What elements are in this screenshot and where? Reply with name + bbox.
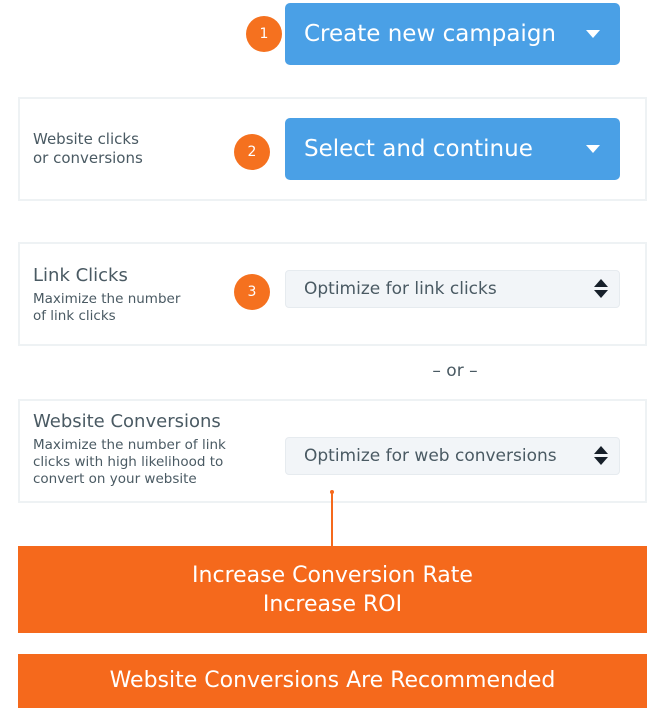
benefits-banner: Increase Conversion Rate Increase ROI — [18, 546, 647, 633]
step-3-badge: 3 — [234, 274, 270, 310]
select-continue-label: Select and continue — [304, 136, 533, 162]
select-continue-button[interactable]: Select and continue — [285, 118, 620, 180]
step-2-badge: 2 — [234, 134, 270, 170]
objective-label-line-1: Website clicks — [33, 130, 139, 148]
sort-updown-icon — [594, 279, 608, 299]
web-conversions-desc-line-3: convert on your website — [33, 471, 197, 487]
recommendation-banner: Website Conversions Are Recommended — [18, 654, 647, 708]
or-separator: – or – — [432, 361, 478, 381]
objective-label-line-2: or conversions — [33, 149, 143, 167]
web-conversions-desc-line-1: Maximize the number of link — [33, 437, 226, 453]
link-clicks-select[interactable]: Optimize for link clicks — [285, 270, 620, 308]
link-clicks-select-value: Optimize for link clicks — [304, 279, 497, 299]
caret-down-icon — [586, 30, 600, 38]
objective-label: Website clicks or conversions — [33, 130, 143, 168]
web-conversions-title: Website Conversions — [33, 411, 221, 432]
create-campaign-label: Create new campaign — [304, 21, 556, 47]
caret-down-icon — [586, 145, 600, 153]
step-1-badge: 1 — [246, 16, 282, 52]
sort-updown-icon — [594, 446, 608, 466]
link-clicks-title: Link Clicks — [33, 265, 128, 286]
web-conversions-description: Maximize the number of link clicks with … — [33, 437, 226, 488]
web-conversions-desc-line-2: clicks with high likelihood to — [33, 454, 224, 470]
link-clicks-desc-line-2: of link clicks — [33, 308, 116, 324]
link-clicks-description: Maximize the number of link clicks — [33, 291, 180, 325]
create-campaign-button[interactable]: Create new campaign — [285, 3, 620, 65]
web-conversions-select-value: Optimize for web conversions — [304, 446, 557, 466]
web-conversions-select[interactable]: Optimize for web conversions — [285, 437, 620, 475]
benefits-line-2: Increase ROI — [262, 592, 403, 617]
link-clicks-desc-line-1: Maximize the number — [33, 291, 181, 307]
benefits-line-1: Increase Conversion Rate — [192, 563, 473, 588]
connector-line — [331, 492, 333, 547]
